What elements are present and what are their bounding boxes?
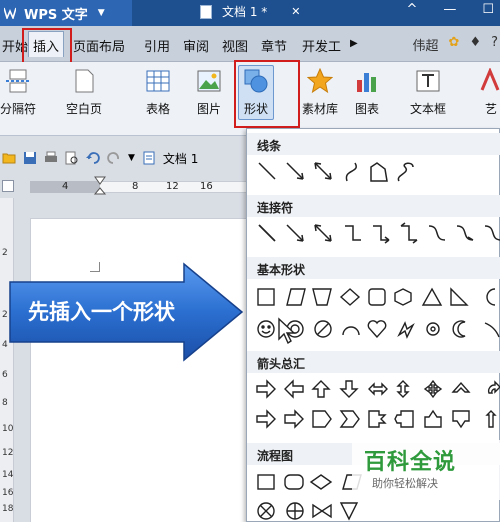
app-menu-button[interactable]: WPS 文字 ▼ (0, 0, 132, 26)
document-icon (143, 151, 155, 165)
watermark-subtitle: 助你轻松解决 (372, 477, 438, 490)
vruler-number: 8 (2, 398, 8, 408)
user-name[interactable]: 伟超 (413, 35, 439, 54)
vruler-number: 2 (2, 248, 8, 258)
watermark-title: 百科全说 (364, 450, 457, 475)
picture-button[interactable]: 图片 (196, 68, 222, 117)
app-name: WPS 文字 (24, 7, 88, 23)
shirt-icon[interactable]: ♦ (469, 35, 481, 54)
wordart-icon (480, 68, 500, 91)
textbox-button[interactable]: 文本框 (410, 68, 446, 117)
window-controls: ^ — ☐ (406, 2, 494, 17)
tab-stop-selector[interactable] (2, 180, 14, 192)
section-break-label: 分隔符 (0, 102, 37, 116)
title-bar: WPS 文字 ▼ 文档 1 * ✕ ^ — ☐ (0, 0, 500, 26)
undo-icon[interactable] (86, 151, 100, 165)
mouse-pointer-icon (278, 317, 296, 345)
section-block-arrows: 箭头总汇 (247, 351, 500, 373)
document-tab-label: 文档 1 * (222, 5, 268, 19)
shapes-button-highlight (234, 60, 300, 128)
maximize-button[interactable]: ☐ (482, 2, 494, 17)
ruler-number: 16 (200, 181, 213, 192)
document-tab[interactable]: 文档 1 * ✕ (200, 3, 300, 20)
bar-chart-icon (357, 73, 376, 92)
document-icon (200, 4, 212, 19)
table-button[interactable]: 表格 (145, 68, 171, 117)
wps-logo-icon (4, 7, 16, 19)
close-tab-icon[interactable]: ✕ (291, 5, 300, 18)
chevron-right-icon[interactable]: ▶ (350, 38, 358, 49)
vruler-number: 16 (2, 488, 14, 498)
indent-marker-icon[interactable] (94, 176, 106, 198)
vruler-number: 6 (2, 370, 8, 380)
table-icon (146, 70, 170, 92)
tab-review[interactable]: 审阅 (183, 36, 209, 55)
quick-toolbar-dropdown-icon[interactable]: ▼ (128, 153, 135, 163)
blank-page-button[interactable]: 空白页 (66, 68, 102, 117)
chart-label: 图表 (354, 102, 379, 116)
tab-section[interactable]: 章节 (261, 36, 287, 55)
vruler-number: 12 (2, 448, 14, 458)
document-name[interactable]: 文档 1 (163, 150, 198, 167)
menubar-right: 伟超 ✿ ♦ ? (413, 35, 498, 54)
vruler-number: 4 (2, 340, 8, 350)
blank-page-label: 空白页 (66, 102, 103, 116)
section-break-button[interactable]: 分隔符 (0, 68, 36, 117)
quick-access-toolbar: ▼ 文档 1 (0, 146, 250, 170)
section-connectors: 连接符 (247, 195, 500, 217)
chevron-down-icon: ▼ (97, 8, 105, 18)
textbox-label: 文本框 (410, 102, 447, 116)
vruler-number: 2 (2, 310, 8, 320)
help-button[interactable]: ? (491, 35, 498, 54)
wordart-label: 艺 (484, 102, 497, 116)
tab-references[interactable]: 引用 (144, 36, 170, 55)
blank-page-icon (75, 69, 94, 93)
vruler-number: 10 (2, 424, 14, 434)
section-basic-shapes: 基本形状 (247, 257, 500, 279)
material-library-button[interactable]: 素材库 (302, 68, 338, 117)
star-icon (307, 68, 333, 94)
wordart-button[interactable]: 艺 (478, 68, 500, 117)
ruler-number: 12 (166, 181, 179, 192)
chart-button[interactable]: 图表 (354, 68, 380, 117)
tab-developer[interactable]: 开发工 (302, 36, 341, 55)
skin-icon[interactable]: ✿ (449, 35, 460, 54)
menu-bar: 开始 插入 页面布局 引用 审阅 视图 章节 开发工 ▶ 伟超 ✿ ♦ ? (0, 26, 500, 62)
tab-page-layout[interactable]: 页面布局 (73, 36, 125, 55)
vruler-number: 18 (2, 504, 14, 514)
table-label: 表格 (145, 102, 170, 116)
picture-label: 图片 (196, 102, 221, 116)
textbox-icon (416, 70, 440, 92)
ruler-number: 4 (62, 181, 69, 192)
line-shapes-row (258, 162, 414, 182)
minimize-button[interactable]: — (443, 2, 456, 17)
section-break-icon (6, 69, 30, 93)
print-icon[interactable] (44, 151, 58, 165)
block-arrows-grid (256, 379, 500, 429)
section-lines: 线条 (247, 133, 500, 155)
vruler-number: 14 (2, 470, 14, 480)
save-icon[interactable] (23, 151, 37, 165)
open-folder-icon[interactable] (2, 151, 16, 165)
ribbon-collapse-button[interactable]: ^ (406, 2, 417, 17)
callout-text: 先插入一个形状 (28, 300, 175, 324)
horizontal-ruler[interactable]: 4 8 12 16 (0, 176, 250, 198)
redo-icon[interactable] (107, 151, 121, 165)
ruler-number: 8 (132, 181, 139, 192)
picture-icon (197, 70, 221, 92)
material-library-label: 素材库 (302, 102, 339, 116)
print-preview-icon[interactable] (65, 151, 79, 165)
connector-shapes-row (258, 222, 500, 244)
tab-view[interactable]: 视图 (222, 36, 248, 55)
